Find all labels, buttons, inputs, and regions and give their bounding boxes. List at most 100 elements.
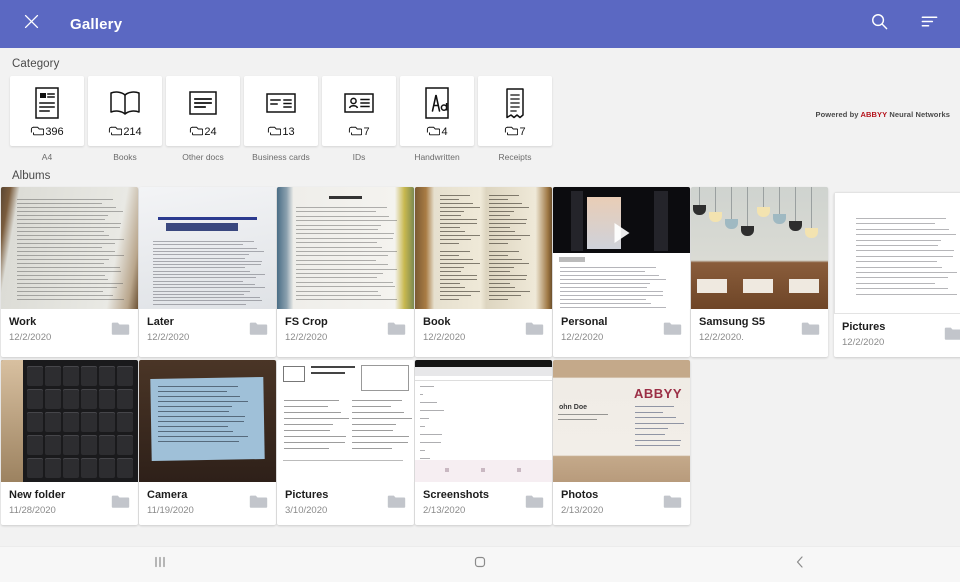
album-card[interactable]: Pictures 3/10/2020 bbox=[277, 360, 414, 525]
abbyy-brand: ABBYY bbox=[860, 110, 888, 119]
close-button[interactable] bbox=[14, 7, 48, 41]
category-count: 7 bbox=[348, 124, 370, 139]
album-card[interactable]: Screenshots 2/13/2020 bbox=[415, 360, 552, 525]
category-item-receipts[interactable]: 7 Receipts bbox=[478, 76, 552, 162]
pages-count-icon bbox=[504, 124, 519, 139]
album-thumbnail bbox=[1, 360, 138, 482]
category-card[interactable]: 214 bbox=[88, 76, 162, 146]
album-thumbnail bbox=[1, 187, 138, 309]
folder-icon bbox=[387, 321, 406, 341]
category-name: Business cards bbox=[252, 152, 310, 162]
category-item-books[interactable]: 214 Books bbox=[88, 76, 162, 162]
pages-count-icon bbox=[348, 124, 363, 139]
pages-count-icon bbox=[189, 124, 204, 139]
folder-icon bbox=[111, 494, 130, 514]
back-button[interactable] bbox=[770, 554, 830, 575]
category-count: 24 bbox=[189, 124, 217, 139]
android-navigation-bar bbox=[0, 546, 960, 582]
app-bar: Gallery bbox=[0, 0, 960, 48]
album-thumbnail bbox=[415, 360, 552, 482]
category-count: 396 bbox=[30, 124, 64, 139]
sort-icon bbox=[920, 12, 939, 36]
album-meta: Later 12/2/2020 bbox=[139, 309, 276, 352]
recent-apps-button[interactable] bbox=[130, 554, 190, 575]
back-icon bbox=[792, 554, 808, 575]
category-card[interactable]: 396 bbox=[10, 76, 84, 146]
category-item-handwritten[interactable]: 4 Handwritten bbox=[400, 76, 474, 162]
gallery-content: Category Powered by ABBYY Neural Network… bbox=[0, 48, 960, 546]
album-card[interactable]: Personal 12/2/2020 bbox=[553, 187, 690, 357]
category-card[interactable]: 24 bbox=[166, 76, 240, 146]
albums-section-label: Albums bbox=[12, 170, 51, 182]
category-count: 214 bbox=[108, 124, 142, 139]
album-meta: FS Crop 12/2/2020 bbox=[277, 309, 414, 352]
category-name: A4 bbox=[41, 152, 53, 162]
app-bar-title: Gallery bbox=[70, 15, 123, 33]
category-count-value: 214 bbox=[123, 125, 142, 138]
close-icon bbox=[23, 13, 40, 35]
category-name: Receipts bbox=[498, 152, 532, 162]
album-card[interactable]: Work 12/2/2020 bbox=[1, 187, 138, 357]
category-card[interactable]: 13 bbox=[244, 76, 318, 146]
category-card[interactable]: 4 bbox=[400, 76, 474, 146]
album-meta: Screenshots 2/13/2020 bbox=[415, 482, 552, 525]
category-card[interactable]: 7 bbox=[478, 76, 552, 146]
album-card[interactable]: FS Crop 12/2/2020 bbox=[277, 187, 414, 357]
folder-icon bbox=[387, 494, 406, 514]
album-card[interactable]: Pictures 12/2/2020 bbox=[834, 192, 960, 357]
category-name: IDs bbox=[352, 152, 366, 162]
category-item-business-cards[interactable]: 13 Business cards bbox=[244, 76, 318, 162]
albums-row: Work 12/2/2020 Later 12/2/2020 FS Crop 1… bbox=[1, 187, 960, 357]
album-thumbnail bbox=[139, 187, 276, 309]
category-item-a4[interactable]: 396 A4 bbox=[10, 76, 84, 162]
category-strip: 396 A4 214 Books 24 Other docs 13 Busine… bbox=[0, 76, 960, 162]
business-card-icon bbox=[264, 85, 298, 121]
pages-count-icon bbox=[267, 124, 282, 139]
album-title: Pictures bbox=[842, 321, 886, 333]
search-button[interactable] bbox=[862, 7, 896, 41]
album-thumbnail bbox=[277, 360, 414, 482]
folder-icon bbox=[663, 494, 682, 514]
gallery-screen: Gallery Category Powered by ABBYY Neural… bbox=[0, 0, 960, 582]
album-card[interactable]: Book 12/2/2020 bbox=[415, 187, 552, 357]
category-count-value: 7 bbox=[519, 125, 526, 138]
home-button[interactable] bbox=[450, 554, 510, 575]
album-card[interactable]: Later 12/2/2020 bbox=[139, 187, 276, 357]
receipt-icon bbox=[502, 85, 528, 121]
album-thumbnail bbox=[139, 360, 276, 482]
powered-by-branding: Powered by ABBYY Neural Networks bbox=[815, 110, 950, 119]
folder-icon bbox=[525, 321, 544, 341]
folder-icon bbox=[663, 321, 682, 341]
category-count-value: 7 bbox=[363, 125, 370, 138]
powered-suffix: Neural Networks bbox=[889, 110, 950, 119]
album-meta: Personal 12/2/2020 bbox=[553, 309, 690, 352]
category-item-other-docs[interactable]: 24 Other docs bbox=[166, 76, 240, 162]
play-icon bbox=[614, 223, 629, 244]
album-card[interactable]: New folder 11/28/2020 bbox=[1, 360, 138, 525]
category-card[interactable]: 7 bbox=[322, 76, 396, 146]
category-item-ids[interactable]: 7 IDs bbox=[322, 76, 396, 162]
album-card[interactable]: Camera 11/19/2020 bbox=[139, 360, 276, 525]
id-card-icon bbox=[342, 85, 376, 121]
category-count-value: 4 bbox=[441, 125, 448, 138]
sort-button[interactable] bbox=[912, 7, 946, 41]
album-meta: Pictures 3/10/2020 bbox=[277, 482, 414, 525]
recent-apps-icon bbox=[152, 554, 168, 575]
album-meta: Book 12/2/2020 bbox=[415, 309, 552, 352]
category-count-value: 24 bbox=[204, 125, 217, 138]
album-meta: Camera 11/19/2020 bbox=[139, 482, 276, 525]
album-card[interactable]: ABBYY ohn Doe Photos 2/13/2020 bbox=[553, 360, 690, 525]
open-book-icon bbox=[108, 85, 142, 121]
folder-icon bbox=[249, 494, 268, 514]
album-card[interactable]: Samsung S5 12/2/2020. bbox=[691, 187, 828, 357]
album-meta: New folder 11/28/2020 bbox=[1, 482, 138, 525]
folder-icon bbox=[944, 326, 960, 346]
category-name: Other docs bbox=[182, 152, 224, 162]
albums-row: New folder 11/28/2020 Camera 11/19/2020 bbox=[1, 360, 960, 525]
album-date: 12/2/2020 bbox=[842, 337, 885, 348]
category-section-label: Category bbox=[12, 58, 60, 70]
album-thumbnail bbox=[834, 192, 960, 314]
pages-count-icon bbox=[108, 124, 123, 139]
album-thumbnail bbox=[691, 187, 828, 309]
app-bar-actions bbox=[862, 7, 946, 41]
